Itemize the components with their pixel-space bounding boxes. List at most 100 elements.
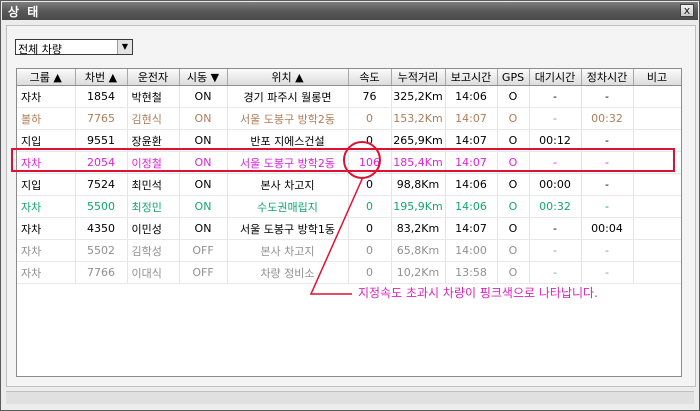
table-cell: 자차	[17, 151, 76, 174]
table-cell: 자차	[17, 261, 76, 284]
table-cell: 325,2Km	[391, 85, 446, 108]
table-cell: 14:07	[445, 217, 498, 240]
table-cell	[633, 173, 681, 196]
table-cell: 볼하	[17, 107, 76, 130]
status-bar	[6, 391, 694, 404]
column-header[interactable]: 차번 ▲	[75, 69, 128, 86]
table-cell: 0	[348, 195, 392, 218]
table-cell: 지입	[17, 129, 76, 152]
table-cell	[633, 151, 681, 174]
table-cell: 9551	[75, 129, 128, 152]
table-row[interactable]: 지입 9551 장윤환 ON 반포 지에스건설 0 265,9Km 14:07 O 00:12-	[17, 129, 681, 152]
table-cell: 0	[348, 107, 392, 130]
table-cell: 본사 차고지	[227, 173, 349, 196]
table-cell: 00:32	[581, 107, 634, 130]
table-cell: OFF	[179, 261, 228, 284]
table-cell: 14:06	[445, 85, 498, 108]
column-header[interactable]: 시동 ▼	[179, 69, 228, 86]
column-header[interactable]: 누적거리	[391, 69, 446, 86]
table-row[interactable]: 자차 4350 이민성 ON 서울 도봉구 방학1동 0 83,2Km 14:07 O -00:0…	[17, 217, 681, 240]
table-cell: -	[581, 129, 634, 152]
close-button[interactable]: x	[680, 4, 694, 17]
table-cell: 이민성	[127, 217, 180, 240]
table-cell	[633, 85, 681, 108]
table-row[interactable]: 자차 2054 이정철 ON 서울 도봉구 방학2동 106 185,4Km 14:07 O - -	[17, 151, 681, 174]
chevron-down-icon[interactable]: ▼	[117, 40, 132, 54]
table-cell: 김현식	[127, 107, 180, 130]
table-cell: 경기 파주시 월롱면	[227, 85, 349, 108]
table-cell: -	[581, 261, 634, 284]
table-cell: -	[529, 261, 582, 284]
table-cell: -	[581, 85, 634, 108]
column-header[interactable]: 그룹 ▲	[17, 69, 76, 86]
table-cell: 153,2Km	[391, 107, 446, 130]
table-cell: 지입	[17, 173, 76, 196]
table-cell: 반포 지에스건설	[227, 129, 349, 152]
table-cell: -	[529, 107, 582, 130]
table-row[interactable]: 지입 7524 최민석 ON 본사 차고지 0 98,8Km 14:06 O 00:00-	[17, 173, 681, 196]
table-cell: ON	[179, 151, 228, 174]
table-cell: 265,9Km	[391, 129, 446, 152]
table-cell: 00:04	[581, 217, 634, 240]
table-cell: ON	[179, 85, 228, 108]
table-row[interactable]: 볼하 7765 김현식 ON 서울 도봉구 방학2동 0 153,2Km 14:07 O -00:…	[17, 107, 681, 130]
table-cell: -	[529, 239, 582, 262]
table-cell: 0	[348, 217, 392, 240]
table-cell: 7524	[75, 173, 128, 196]
table-row[interactable]: 자차 1854 박현철 ON 경기 파주시 월롱면 76 325,2Km 14:06 O - -	[17, 85, 681, 108]
table-cell: 106	[348, 151, 392, 174]
table-cell: 185,4Km	[391, 151, 446, 174]
table-cell: 서울 도봉구 방학2동	[227, 151, 349, 174]
table-cell: OFF	[179, 239, 228, 262]
table-row[interactable]: 자차 7766 이대식 OFF 차량 정비소 0 10,2Km 13:58 O - -	[17, 261, 681, 284]
table-cell: 박현철	[127, 85, 180, 108]
table-cell: 자차	[17, 239, 76, 262]
table-cell: 14:07	[445, 151, 498, 174]
table-row[interactable]: 자차 5502 김학성 OFF 본사 차고지 0 65,8Km 14:00 O - -	[17, 239, 681, 262]
column-header[interactable]: 운전자	[127, 69, 180, 86]
title-bar[interactable]: 상 태 x	[2, 2, 698, 20]
table-cell: 이정철	[127, 151, 180, 174]
table-cell: 0	[348, 239, 392, 262]
table-cell	[633, 217, 681, 240]
table-cell: 14:07	[445, 129, 498, 152]
table-row[interactable]: 자차 5500 최정민 ON 수도권매립지 0 195,9Km 14:06 O 00:32-	[17, 195, 681, 218]
table-cell: 00:00	[529, 173, 582, 196]
column-header[interactable]: 정차시간	[581, 69, 634, 86]
table-cell: 2054	[75, 151, 128, 174]
column-header[interactable]: 위치 ▲	[227, 69, 349, 86]
table-cell: O	[497, 129, 530, 152]
table-cell: O	[497, 217, 530, 240]
vehicle-filter-dropdown[interactable]: 전체 차량 ▼	[15, 39, 133, 56]
table-cell: 83,2Km	[391, 217, 446, 240]
column-header[interactable]: 대기시간	[529, 69, 582, 86]
table-cell	[633, 239, 681, 262]
table-cell: 서울 도봉구 방학2동	[227, 107, 349, 130]
table-cell: ON	[179, 129, 228, 152]
table-cell: 65,8Km	[391, 239, 446, 262]
table-cell: ON	[179, 107, 228, 130]
column-header[interactable]: GPS	[497, 69, 530, 86]
table-cell: 차량 정비소	[227, 261, 349, 284]
table-cell: 최민석	[127, 173, 180, 196]
column-header[interactable]: 속도	[348, 69, 392, 86]
table-cell: -	[529, 151, 582, 174]
table-cell: -	[581, 239, 634, 262]
vehicle-filter-value: 전체 차량	[18, 43, 62, 56]
table-cell: 서울 도봉구 방학1동	[227, 217, 349, 240]
column-header[interactable]: 보고시간	[445, 69, 498, 86]
table-cell: 14:00	[445, 239, 498, 262]
table-cell: O	[497, 85, 530, 108]
table-cell: 7766	[75, 261, 128, 284]
table-cell: 5500	[75, 195, 128, 218]
table-cell: 14:06	[445, 195, 498, 218]
column-header[interactable]: 비고	[633, 69, 681, 86]
table-cell: 14:07	[445, 107, 498, 130]
table-cell: 1854	[75, 85, 128, 108]
vehicle-status-table: 그룹 ▲ 차번 ▲ 운전자 시동 ▼ 위치 ▲ 속도 누적거리 보고시간 GPS 대기시간 정차시간…	[16, 68, 682, 377]
table-cell	[633, 107, 681, 130]
table-cell: 0	[348, 261, 392, 284]
table-cell: 수도권매립지	[227, 195, 349, 218]
table-cell: O	[497, 173, 530, 196]
table-cell: ON	[179, 195, 228, 218]
